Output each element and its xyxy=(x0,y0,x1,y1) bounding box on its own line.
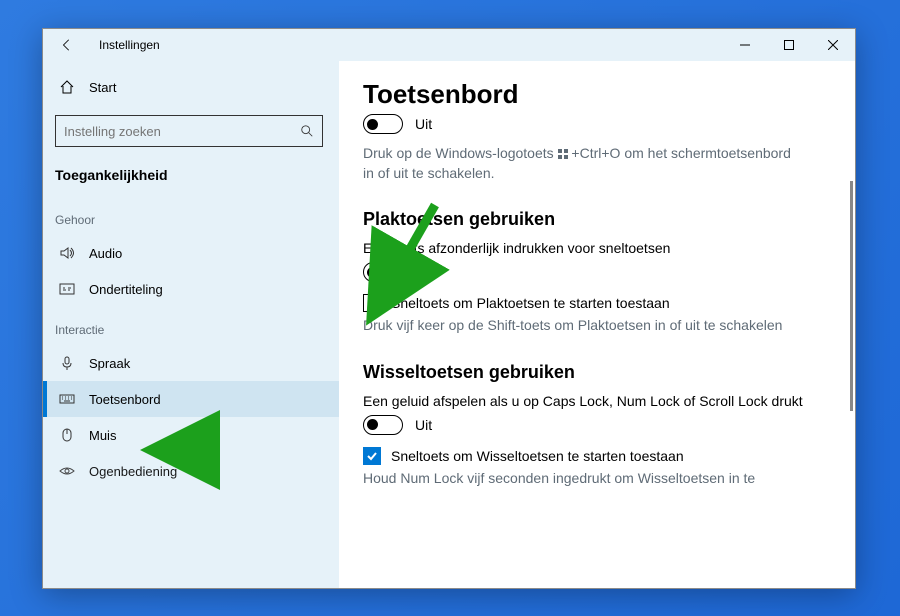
category-title: Toegankelijkheid xyxy=(43,163,339,197)
window-title: Instellingen xyxy=(99,38,160,52)
toggle-plaktoetsen[interactable] xyxy=(363,262,403,282)
check-label: Sneltoets om Wisseltoetsen te starten to… xyxy=(391,448,684,464)
section-interactie: Interactie xyxy=(43,307,339,345)
caption-icon xyxy=(59,281,75,297)
search-box[interactable] xyxy=(55,115,323,147)
sidebar-item-toetsenbord[interactable]: Toetsenbord xyxy=(43,381,339,417)
page-title: Toetsenbord xyxy=(363,79,831,110)
audio-icon xyxy=(59,245,75,261)
mouse-icon xyxy=(59,427,75,443)
desc-onscreen-keyboard: Druk op de Windows-logotoets +Ctrl+O om … xyxy=(363,144,793,183)
sidebar: Start Toegankelijkheid Gehoor Audio xyxy=(43,61,339,588)
settings-window: Instellingen Start Toegankelijkheid xyxy=(42,28,856,589)
section-plaktoetsen: Plaktoetsen gebruiken xyxy=(363,209,831,230)
keyboard-icon xyxy=(59,391,75,407)
check-label: Sneltoets om Plaktoetsen te starten toes… xyxy=(391,295,670,311)
close-button[interactable] xyxy=(811,29,855,61)
minimize-button[interactable] xyxy=(723,29,767,61)
sidebar-item-oogbediening[interactable]: Ogenbediening xyxy=(43,453,339,489)
toggle-label: Uit xyxy=(415,264,432,280)
sidebar-item-audio[interactable]: Audio xyxy=(43,235,339,271)
eye-icon xyxy=(59,463,75,479)
subtext-plaktoetsen: Elke toets afzonderlijk indrukken voor s… xyxy=(363,240,831,256)
home-label: Start xyxy=(89,80,116,95)
maximize-button[interactable] xyxy=(767,29,811,61)
back-button[interactable] xyxy=(59,37,75,53)
subtext-wisseltoetsen: Een geluid afspelen als u op Caps Lock, … xyxy=(363,393,831,409)
nav-label: Toetsenbord xyxy=(89,392,161,407)
mic-icon xyxy=(59,355,75,371)
scrollbar[interactable] xyxy=(850,181,853,411)
section-wisseltoetsen: Wisseltoetsen gebruiken xyxy=(363,362,831,383)
search-icon xyxy=(300,124,314,138)
sidebar-item-spraak[interactable]: Spraak xyxy=(43,345,339,381)
section-gehoor: Gehoor xyxy=(43,197,339,235)
nav-label: Ogenbediening xyxy=(89,464,177,479)
windows-logo-icon xyxy=(558,149,568,159)
toggle-wisseltoetsen[interactable] xyxy=(363,415,403,435)
home-icon xyxy=(59,79,75,95)
sidebar-home[interactable]: Start xyxy=(43,73,339,101)
checkbox-plaktoetsen-shortcut[interactable] xyxy=(363,294,381,312)
nav-label: Muis xyxy=(89,428,116,443)
sidebar-item-ondertiteling[interactable]: Ondertiteling xyxy=(43,271,339,307)
sidebar-item-muis[interactable]: Muis xyxy=(43,417,339,453)
nav-label: Audio xyxy=(89,246,122,261)
toggle-label: Uit xyxy=(415,417,432,433)
nav-label: Ondertiteling xyxy=(89,282,163,297)
content-pane: Toetsenbord Uit Druk op de Windows-logot… xyxy=(339,61,855,588)
checkbox-wisseltoetsen-shortcut[interactable] xyxy=(363,447,381,465)
nav-label: Spraak xyxy=(89,356,130,371)
toggle-label: Uit xyxy=(415,116,432,132)
titlebar: Instellingen xyxy=(43,29,855,61)
desc-plaktoetsen: Druk vijf keer op de Shift-toets om Plak… xyxy=(363,316,793,336)
toggle-onscreen-keyboard[interactable] xyxy=(363,114,403,134)
search-input[interactable] xyxy=(64,124,300,139)
desc-wisseltoetsen: Houd Num Lock vijf seconden ingedrukt om… xyxy=(363,469,793,489)
